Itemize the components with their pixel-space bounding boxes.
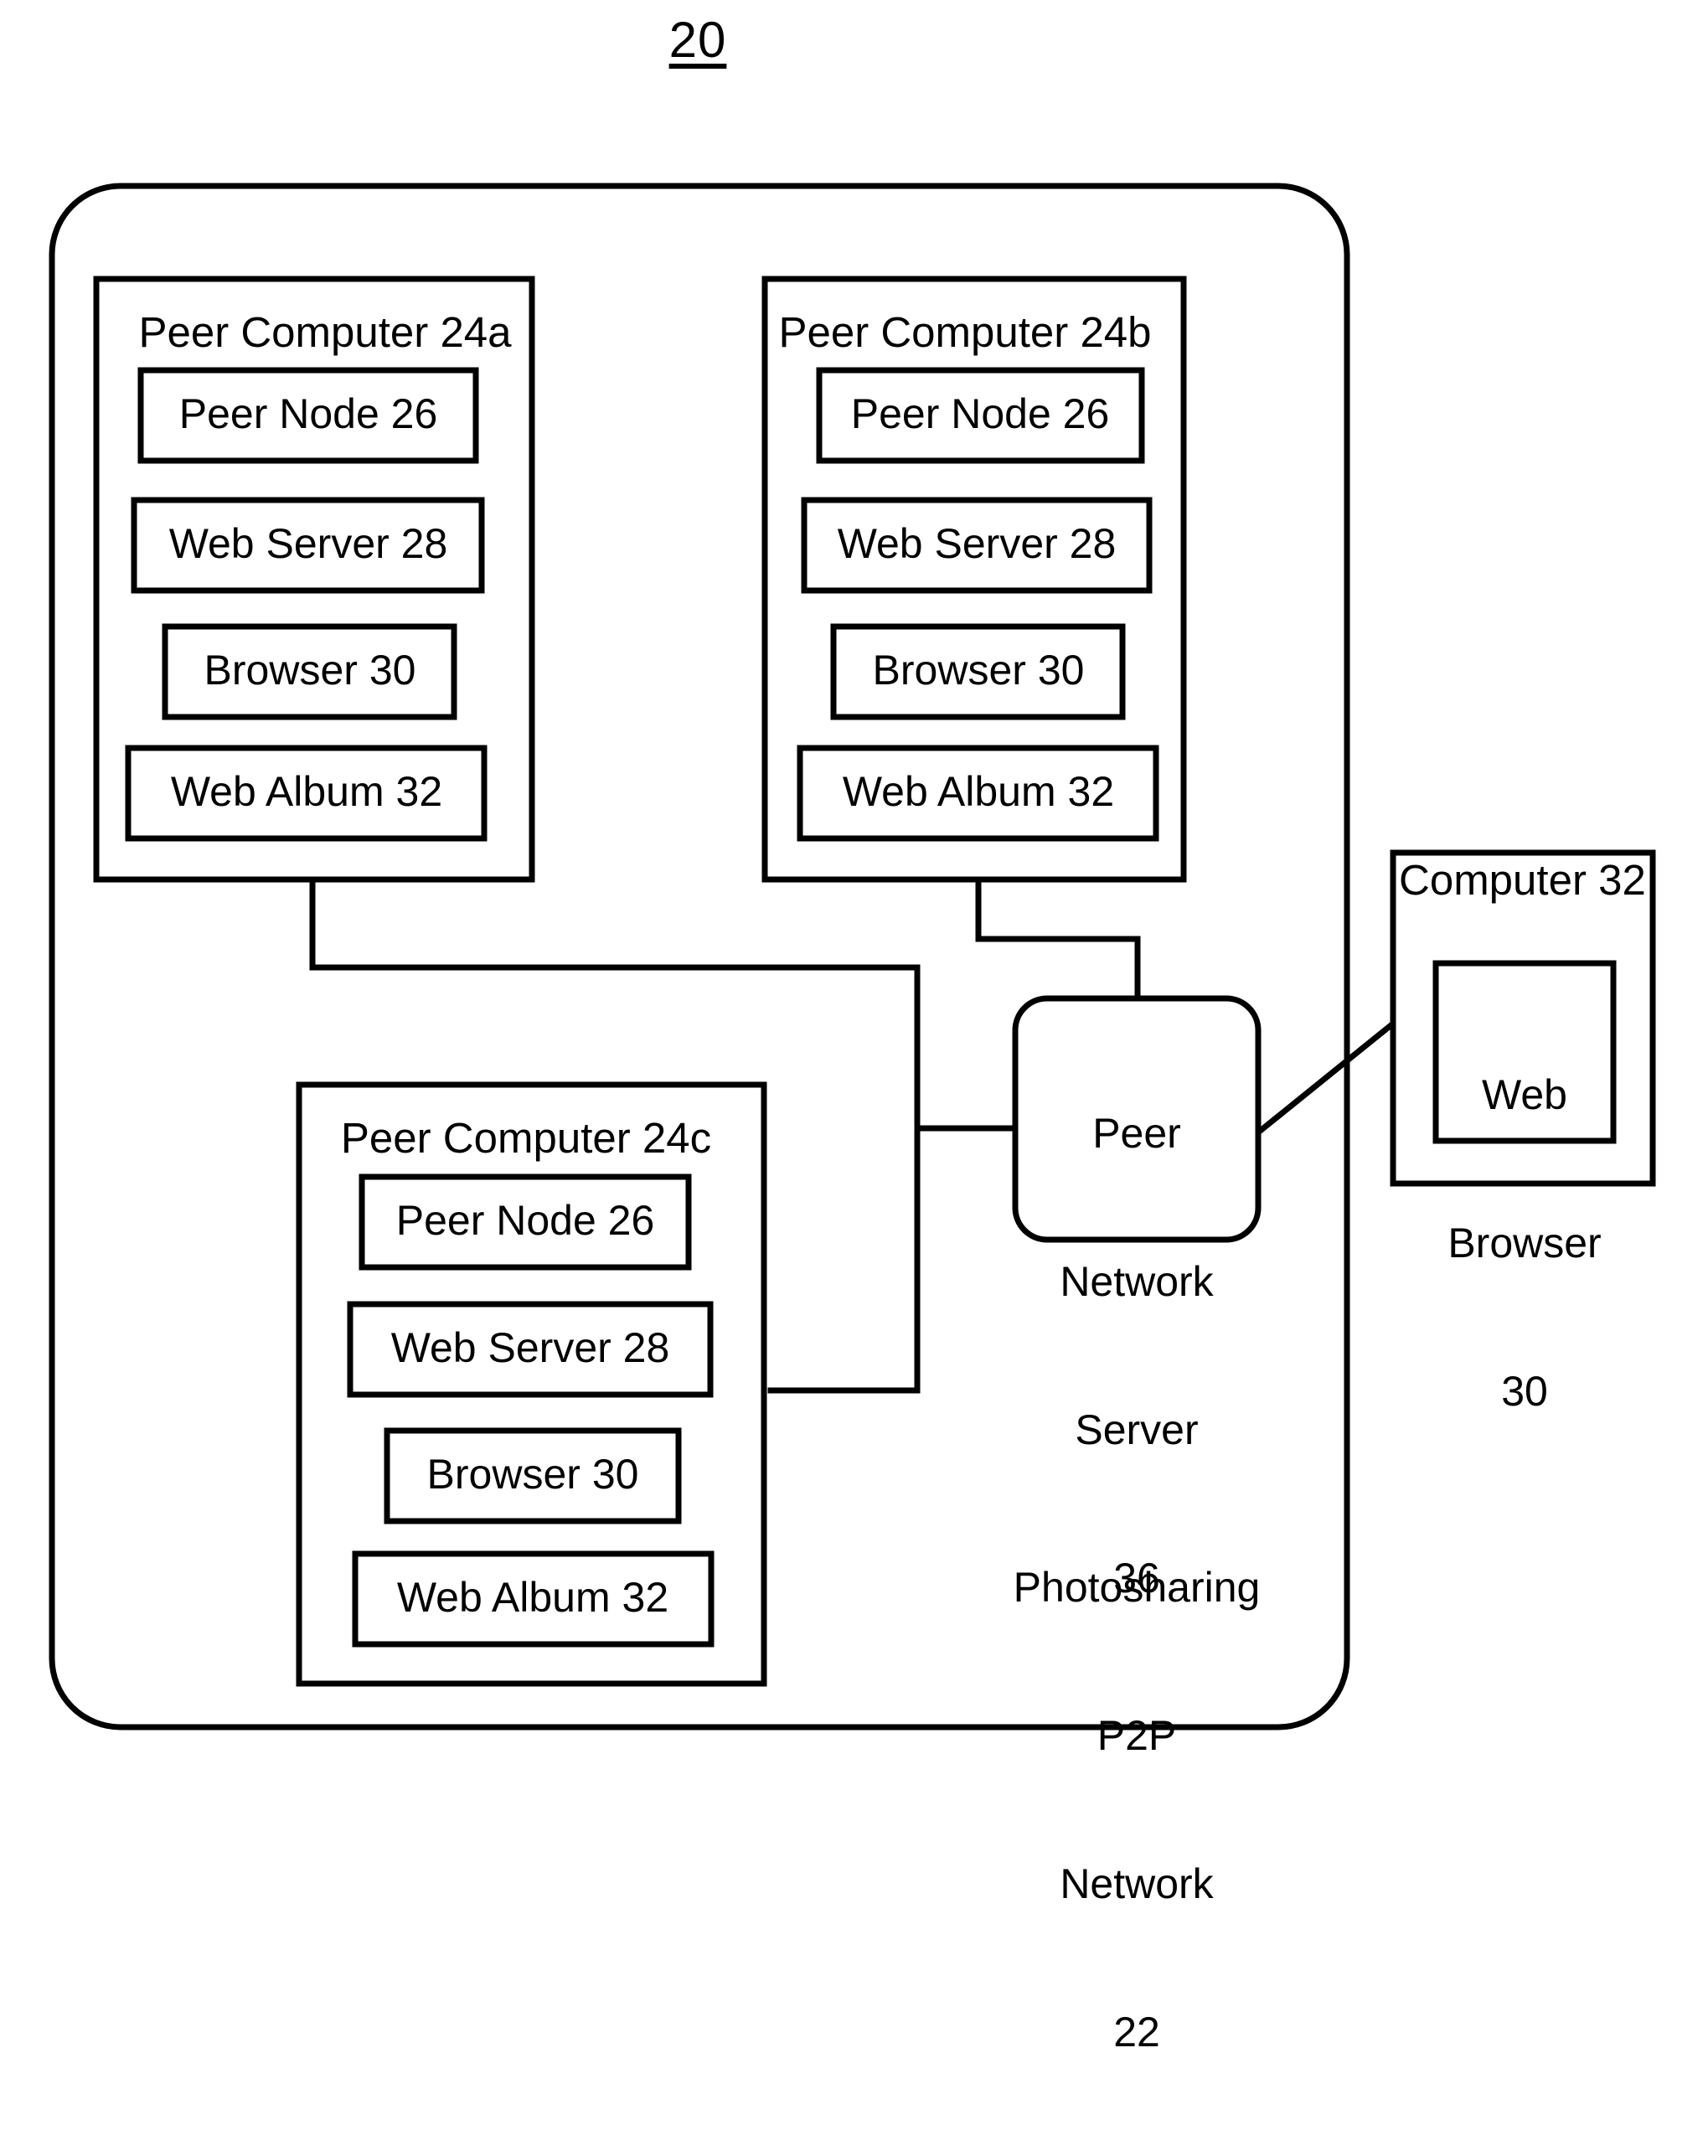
- patent-figure: 20 Peer Computer 24a Peer Node 26 Web Se…: [0, 0, 1708, 2055]
- peer-computer-24c-peer-node-label: Peer Node 26: [395, 1197, 655, 1244]
- connector-server-to-computer32: [1254, 1019, 1397, 1137]
- p2p-network-line-4: 22: [1113, 2009, 1160, 2055]
- peer-computer-24c-browser-label: Browser 30: [426, 1451, 639, 1498]
- connector-24b-to-server: [975, 876, 1141, 1002]
- p2p-network-label: Photosharing P2P Network 22: [986, 1464, 1287, 2156]
- peer-computer-24c-web-server-label: Web Server 28: [390, 1324, 670, 1371]
- p2p-network-line-2: P2P: [1097, 1712, 1177, 1759]
- peer-computer-24b-peer-node-label: Peer Node 26: [850, 390, 1110, 437]
- peer-computer-24b-title: Peer Computer 24b: [778, 308, 1152, 356]
- peer-computer-24a-peer-node-label: Peer Node 26: [178, 390, 438, 437]
- external-computer-title: Computer 32: [1399, 856, 1646, 904]
- peer-computer-24a-title: Peer Computer 24a: [138, 308, 512, 356]
- p2p-network-line-1: Photosharing: [1013, 1564, 1261, 1611]
- peer-computer-24b-web-server-label: Web Server 28: [837, 520, 1117, 567]
- peer-computer-24c-title: Peer Computer 24c: [340, 1114, 712, 1162]
- peer-computer-24a-web-server-label: Web Server 28: [168, 520, 448, 567]
- peer-computer-24b-web-album-label: Web Album 32: [842, 768, 1115, 815]
- peer-network-server-line-3: Server: [1075, 1406, 1199, 1453]
- figure-number: 20: [668, 12, 727, 68]
- web-browser-line-2: Browser: [1447, 1220, 1602, 1266]
- peer-computer-24a-browser-label: Browser 30: [204, 647, 416, 694]
- peer-computer-24a-web-album-label: Web Album 32: [170, 768, 443, 815]
- p2p-network-line-3: Network: [1060, 1860, 1214, 1907]
- peer-computer-24b-browser-label: Browser 30: [872, 647, 1085, 694]
- web-browser-line-3: 30: [1501, 1368, 1548, 1415]
- peer-computer-24c-web-album-label: Web Album 32: [396, 1574, 669, 1621]
- peer-network-server-line-2: Network: [1060, 1258, 1214, 1305]
- external-computer-web-browser-label: Web Browser 30: [1439, 972, 1611, 1515]
- web-browser-line-1: Web: [1482, 1071, 1567, 1118]
- peer-network-server-line-1: Peer: [1092, 1110, 1181, 1157]
